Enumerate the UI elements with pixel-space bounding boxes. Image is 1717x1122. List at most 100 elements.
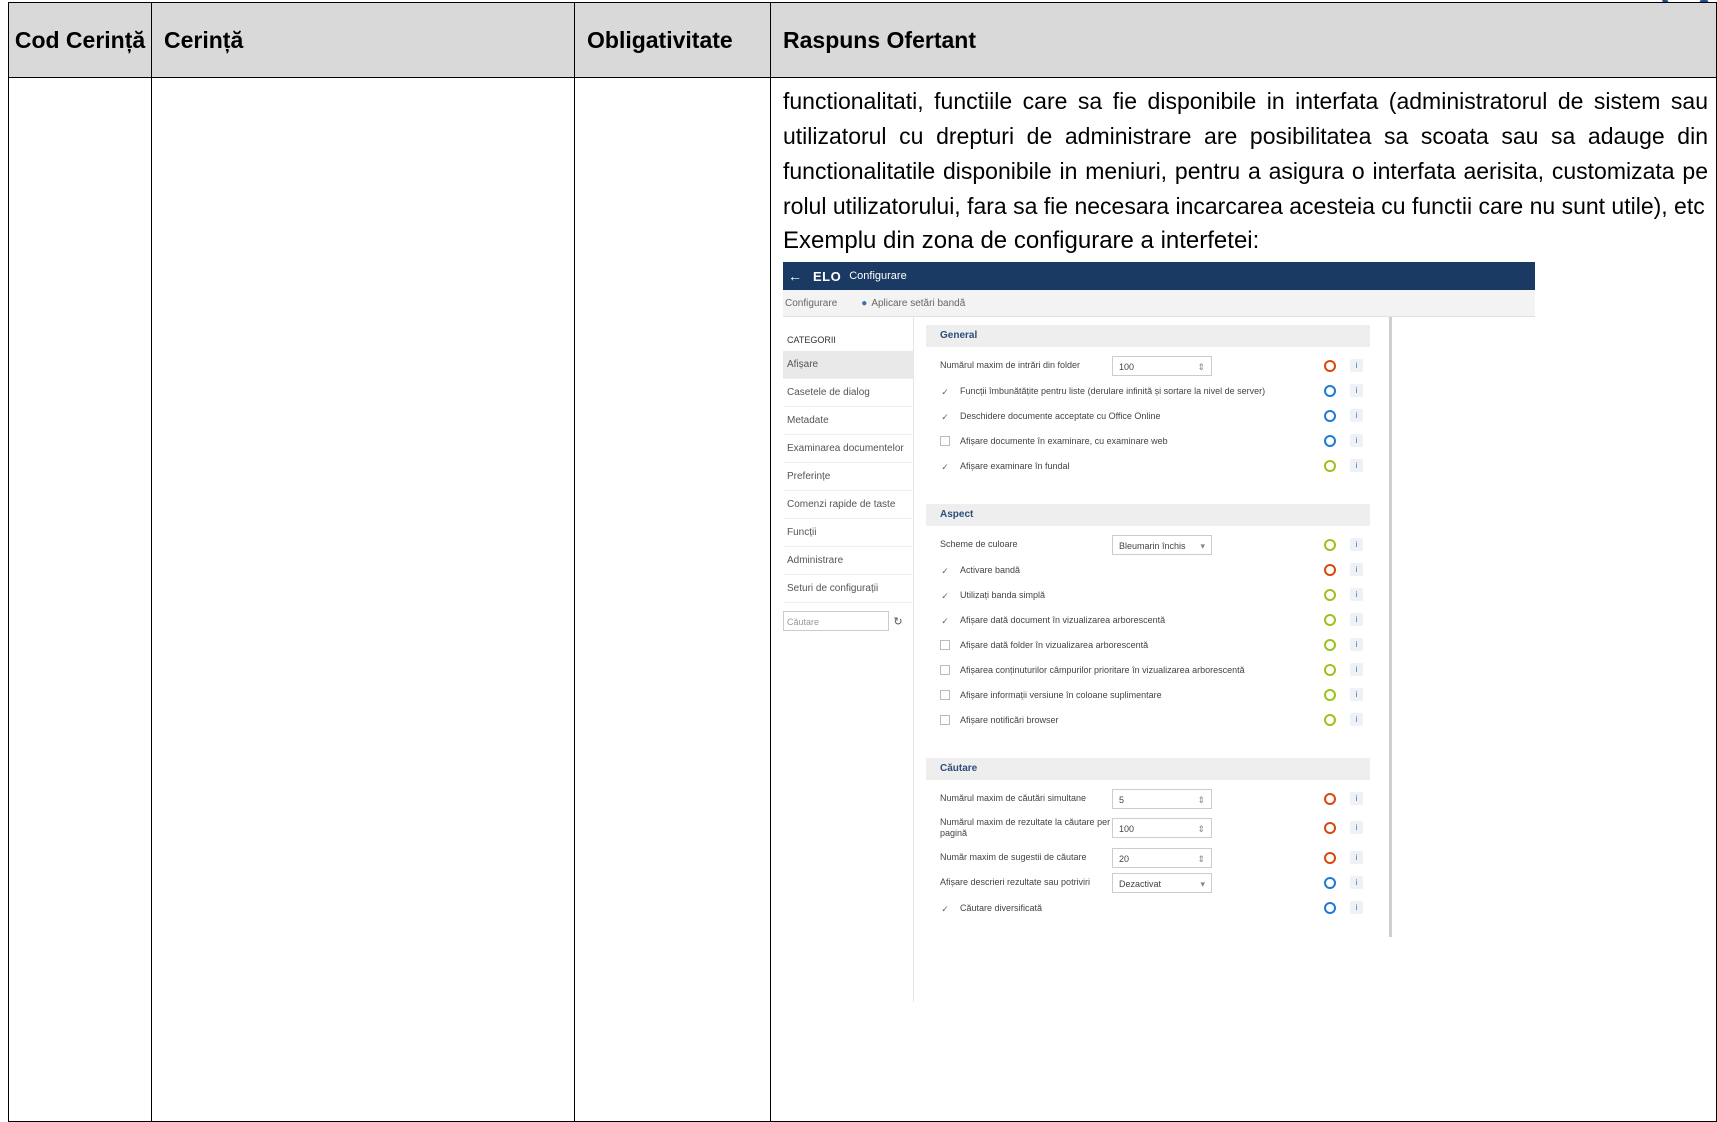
setting-row: ✓ Funcții îmbunătățite pentru liste (deru… (926, 378, 1370, 403)
categories-sidebar: CATEGORII Afișare Casetele de dialog Metad… (783, 317, 914, 1002)
elo-logo: ELO (813, 268, 842, 284)
setting-label: Afișare descrieri rezultate sau potrivir… (940, 877, 1091, 887)
setting-label: Afișare notificări browser (960, 714, 1059, 725)
sidebar-item[interactable]: Seturi de configurații (783, 575, 913, 603)
setting-row: Afișare descrieri rezultate sau potrivir… (926, 870, 1370, 895)
info-icon[interactable]: i (1350, 687, 1363, 701)
settings-section: Căutare Numărul maxim de căutări simultan… (926, 758, 1370, 920)
apply-band-settings-link[interactable]: Aplicare setări bandă (871, 298, 965, 309)
sidebar-item[interactable]: Funcții (783, 519, 913, 547)
setting-row: ✓ Afișare dată document în vizualizarea a… (926, 607, 1370, 632)
cell-code (8, 77, 152, 1122)
setting-row: ✓ Deschidere documente acceptate cu Offic… (926, 403, 1370, 428)
info-icon[interactable]: i (1350, 712, 1363, 726)
setting-checkbox[interactable]: ✓ (940, 461, 950, 472)
setting-checkbox[interactable]: ✓ (940, 590, 950, 601)
status-indicator-icon (1324, 588, 1336, 601)
setting-row: Afișare notificări browser i (926, 707, 1370, 732)
setting-checkbox[interactable] (940, 689, 950, 700)
info-icon[interactable]: i (1350, 612, 1363, 626)
setting-select[interactable]: Dezactivat ▾ (1112, 872, 1212, 893)
sidebar-item[interactable]: Administrare (783, 547, 913, 575)
breadcrumb-root[interactable]: Configurare (785, 298, 837, 309)
info-icon[interactable]: i (1350, 408, 1363, 422)
setting-checkbox[interactable]: ✓ (940, 386, 950, 397)
scrollbar[interactable] (1389, 317, 1392, 937)
status-indicator-icon (1324, 409, 1336, 422)
info-icon[interactable]: i (1350, 791, 1363, 805)
info-icon[interactable]: i (1350, 821, 1363, 834)
status-indicator-icon (1324, 459, 1336, 472)
setting-label: Afișarea conținuturilor câmpurilor prior… (960, 664, 1245, 675)
setting-checkbox[interactable]: ✓ (940, 411, 950, 422)
category-search-input[interactable]: Căutare (783, 611, 889, 631)
info-icon[interactable]: i (1350, 383, 1363, 397)
sidebar-item[interactable]: Preferințe (783, 463, 913, 491)
section-title: Aspect (926, 504, 1370, 526)
setting-row: Afișare informații versiune în coloane s… (926, 682, 1370, 707)
category-search: Căutare ↻ (783, 611, 913, 631)
setting-row: Număr maxim de sugestii de căutare 20 ⇕ i (926, 845, 1370, 870)
info-icon[interactable]: i (1350, 433, 1363, 447)
status-indicator-icon (1324, 713, 1336, 726)
topbar-title: Configurare (849, 270, 907, 282)
setting-select[interactable]: Bleumarin închis ▾ (1112, 534, 1212, 555)
setting-label: Căutare diversificată (960, 902, 1043, 913)
status-indicator-icon (1324, 663, 1336, 676)
info-icon[interactable]: i (1350, 537, 1363, 551)
person-icon: ● (861, 297, 868, 309)
info-icon[interactable]: i (1350, 900, 1363, 914)
setting-label: Afișare documente în examinare, cu exami… (960, 435, 1168, 446)
info-icon[interactable]: i (1350, 875, 1363, 889)
sidebar-item[interactable]: Examinarea documentelor (783, 435, 913, 463)
header-response: Raspuns Ofertant (770, 2, 1717, 78)
info-icon[interactable]: i (1350, 850, 1363, 864)
status-indicator-icon (1324, 901, 1336, 914)
example-label: Exemplu din zona de configurare a interf… (783, 227, 1260, 254)
setting-row: ✓ Căutare diversificată i (926, 895, 1370, 920)
elo-configuration-screenshot: ← ELO Configurare Configurare ● Aplicare… (783, 262, 1535, 1002)
status-indicator-icon (1324, 434, 1336, 447)
setting-label: Afișare informații versiune în coloane s… (960, 689, 1162, 700)
setting-checkbox[interactable]: ✓ (940, 615, 950, 626)
info-icon[interactable]: i (1350, 458, 1363, 472)
settings-section: General Numărul maxim de intrări din fold… (926, 325, 1370, 478)
status-indicator-icon (1324, 359, 1336, 372)
setting-checkbox[interactable] (940, 664, 950, 675)
setting-label: Scheme de culoare (940, 539, 1018, 549)
response-paragraph: functionalitati, functiile care sa fie d… (783, 88, 1708, 219)
status-indicator-icon (1324, 688, 1336, 701)
info-icon[interactable]: i (1350, 637, 1363, 651)
setting-checkbox[interactable]: ✓ (940, 565, 950, 576)
setting-number-input[interactable]: 20 ⇕ (1112, 847, 1212, 868)
setting-row: Afișare documente în examinare, cu exami… (926, 428, 1370, 453)
section-title: General (926, 325, 1370, 347)
sidebar-item[interactable]: Metadate (783, 407, 913, 435)
info-icon[interactable]: i (1350, 587, 1363, 601)
sidebar-item[interactable]: Afișare (783, 351, 913, 379)
categories-heading: CATEGORII (787, 335, 836, 345)
status-indicator-icon (1324, 792, 1336, 805)
setting-number-input[interactable]: 100 ⇕ (1112, 355, 1212, 376)
setting-number-input[interactable]: 100 ⇕ (1112, 818, 1212, 838)
refresh-icon[interactable]: ↻ (889, 615, 907, 628)
setting-label: Afișare examinare în fundal (960, 460, 1070, 471)
setting-checkbox[interactable]: ✓ (940, 903, 950, 914)
back-arrow-icon[interactable]: ← (783, 268, 807, 284)
info-icon[interactable]: i (1350, 358, 1363, 372)
setting-checkbox[interactable] (940, 435, 950, 446)
setting-label: Numărul maxim de intrări din folder (940, 360, 1081, 370)
setting-number-input[interactable]: 5 ⇕ (1112, 788, 1212, 809)
table-row: functionalitati, functiile care sa fie d… (8, 77, 1717, 1122)
setting-label: Deschidere documente acceptate cu Office… (960, 410, 1161, 421)
sidebar-item[interactable]: Comenzi rapide de taste (783, 491, 913, 519)
info-icon[interactable]: i (1350, 562, 1363, 576)
setting-label: Număr maxim de sugestii de căutare (940, 852, 1087, 862)
header-code: Cod Cerință (8, 2, 152, 78)
setting-row: ✓ Activare bandă i (926, 557, 1370, 582)
info-icon[interactable]: i (1350, 662, 1363, 676)
sidebar-item[interactable]: Casetele de dialog (783, 379, 913, 407)
setting-checkbox[interactable] (940, 639, 950, 650)
cell-requirement (151, 77, 575, 1122)
setting-checkbox[interactable] (940, 714, 950, 725)
